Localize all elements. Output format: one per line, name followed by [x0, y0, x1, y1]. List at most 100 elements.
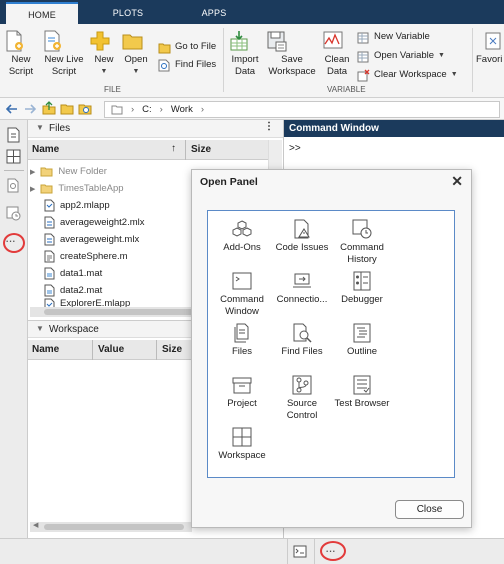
panel-item-workspace[interactable]: Workspace [211, 427, 273, 462]
clean-data-button[interactable]: Clean Data [322, 30, 352, 78]
chevron-down-icon: ▼ [132, 68, 140, 75]
panel-item-source-control[interactable]: Source Control [271, 375, 333, 422]
command-prompt[interactable]: >> [289, 143, 301, 154]
scroll-thumb[interactable] [44, 524, 184, 530]
workspace-panel-title: Workspace [49, 324, 99, 335]
side-panel-bar: ··· [0, 120, 28, 538]
ribbon-separator [223, 28, 224, 92]
workspace-panel-icon[interactable] [6, 149, 21, 164]
clean-data-icon [322, 30, 352, 52]
ribbon-separator [472, 28, 473, 92]
current-folder-path[interactable]: › C: › Work › [104, 101, 500, 118]
panel-menu-icon[interactable]: ⋮ [264, 121, 274, 132]
favorites-button[interactable]: Favori [476, 30, 504, 66]
file-name: averageweight2.mlx [60, 217, 145, 228]
list-item[interactable]: ▶ TimesTableApp [30, 180, 124, 197]
save-icon [266, 30, 318, 52]
panel-item-find-files[interactable]: Find Files [271, 323, 333, 358]
new-button[interactable]: New ▼ [90, 30, 118, 78]
files-column-header: Name ↑ Size [28, 140, 268, 160]
file-name: data1.mat [60, 268, 103, 279]
collapse-icon[interactable]: ▼ [36, 123, 44, 132]
project-icon [232, 375, 252, 395]
new-variable-icon [357, 31, 370, 44]
column-name[interactable]: Name [32, 144, 59, 155]
import-data-button[interactable]: Import Data [228, 30, 262, 78]
list-item[interactable]: data1.mat [44, 265, 102, 282]
chevron-down-icon: ▼ [438, 52, 445, 59]
breadcrumb-separator-icon: › [131, 104, 135, 115]
browse-folder-icon[interactable] [60, 101, 74, 115]
code-issues-icon [292, 219, 312, 239]
new-live-script-label: New Live Script [44, 54, 84, 77]
panel-item-project[interactable]: Project [211, 375, 273, 410]
files-panel-icon[interactable] [6, 127, 21, 143]
clear-workspace-button[interactable]: Clear Workspace ▼ [357, 68, 458, 82]
list-item[interactable]: averageweight.mlx [44, 231, 139, 248]
tab-plots[interactable]: PLOTS [100, 0, 156, 24]
m-file-icon [44, 250, 55, 263]
column-divider [92, 340, 93, 360]
file-name: createSphere.m [60, 251, 128, 262]
tab-apps[interactable]: APPS [186, 0, 242, 24]
workspace-horizontal-scrollbar[interactable] [30, 522, 192, 532]
new-variable-button[interactable]: New Variable [357, 30, 430, 44]
panel-item-add-ons[interactable]: Add-Ons [211, 219, 273, 254]
list-item[interactable]: averageweight2.mlx [44, 214, 145, 231]
workspace-column-header: Name Value Size [28, 340, 196, 360]
panel-item-connections[interactable]: Connectio... [271, 271, 333, 306]
list-item[interactable]: app2.mlapp [44, 197, 110, 214]
breadcrumb-folder[interactable]: Work [171, 104, 193, 115]
scroll-left-icon[interactable]: ◀ [33, 521, 38, 529]
open-variable-button[interactable]: Open Variable ▼ [357, 49, 445, 63]
new-script-label: New Script [8, 54, 34, 77]
dialog-title: Open Panel [200, 176, 258, 188]
find-files-icon [158, 59, 171, 72]
new-live-script-button[interactable]: New Live Script [42, 30, 86, 78]
clear-workspace-icon [357, 69, 370, 82]
open-button[interactable]: Open ▼ [122, 30, 150, 78]
command-history-panel-icon[interactable] [6, 206, 21, 221]
panel-item-command-window[interactable]: Command Window [211, 271, 273, 318]
forward-icon[interactable] [24, 103, 36, 115]
chevron-down-icon: ▼ [100, 68, 108, 75]
new-script-icon [4, 30, 38, 52]
command-window-tab-icon[interactable] [293, 545, 307, 558]
column-size[interactable]: Size [191, 144, 211, 155]
breadcrumb-drive[interactable]: C: [142, 104, 152, 115]
files-panel-header: ▼ Files ⋮ [28, 120, 283, 138]
panel-item-debugger[interactable]: Debugger [331, 271, 393, 306]
up-folder-icon[interactable] [42, 101, 56, 115]
find-files-button[interactable]: Find Files [158, 58, 216, 72]
command-history-icon [352, 219, 372, 239]
workspace-icon [232, 427, 252, 447]
new-script-button[interactable]: New Script [4, 30, 38, 78]
favorites-label: Favori [476, 54, 503, 65]
panel-item-code-issues[interactable]: Code Issues [271, 219, 333, 254]
panel-item-files[interactable]: Files [211, 323, 273, 358]
tab-home[interactable]: HOME [6, 2, 78, 24]
collapse-icon[interactable]: ▼ [36, 324, 44, 333]
go-to-file-button[interactable]: Go to File [158, 40, 216, 54]
list-item[interactable]: data2.mat [44, 282, 102, 299]
panel-grid: Add-Ons Code Issues Command History Comm… [207, 210, 455, 478]
column-size[interactable]: Size [162, 344, 182, 355]
command-window-icon [232, 271, 252, 291]
panel-item-test-browser[interactable]: Test Browser [331, 375, 393, 410]
list-item[interactable]: ▶ New Folder [30, 163, 107, 180]
mlx-file-icon [44, 233, 55, 246]
save-workspace-button[interactable]: Save Workspace [266, 30, 318, 78]
panel-item-command-history[interactable]: Command History [331, 219, 393, 266]
search-folder-icon[interactable] [78, 101, 92, 115]
panel-item-outline[interactable]: Outline [331, 323, 393, 358]
column-value[interactable]: Value [98, 344, 124, 355]
list-item[interactable]: createSphere.m [44, 248, 128, 265]
sort-ascending-icon[interactable]: ↑ [171, 143, 176, 154]
find-files-panel-icon[interactable] [6, 178, 21, 193]
go-to-file-icon [158, 41, 171, 54]
close-icon[interactable]: ✕ [451, 173, 463, 190]
column-name[interactable]: Name [32, 344, 59, 355]
panel-item-label: Source Control [286, 398, 318, 421]
back-icon[interactable] [6, 103, 18, 115]
close-button[interactable]: Close [395, 500, 464, 519]
